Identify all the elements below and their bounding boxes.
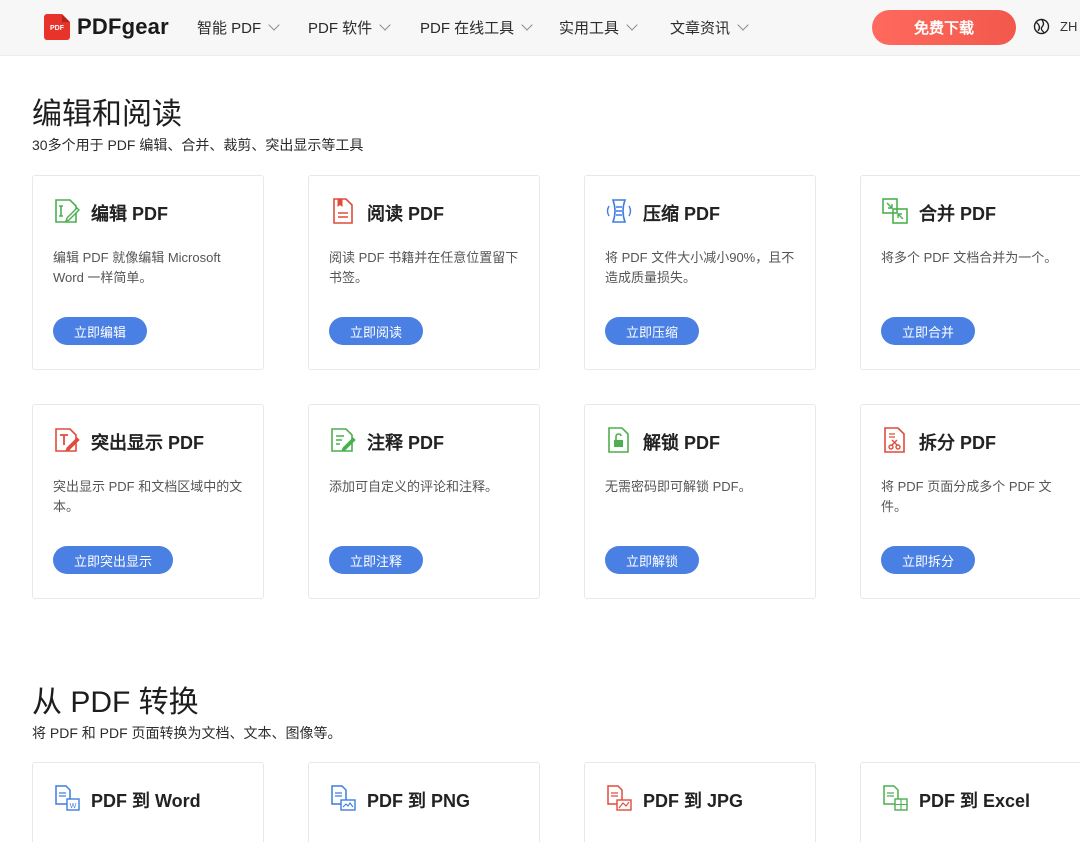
tool-card-pdf-to-word[interactable]: W PDF 到 Word: [32, 762, 264, 842]
merge-pdf-icon: [882, 198, 908, 224]
unlock-now-button[interactable]: 立即解锁: [605, 546, 700, 574]
tool-card-highlight: 突出显示 PDF 突出显示 PDF 和文档区域中的文本。 立即突出显示: [32, 404, 264, 599]
card-title: 阅读 PDF: [367, 204, 445, 224]
card-description: 编辑 PDF 就像编辑 Microsoft Word 一样简单。: [53, 250, 221, 285]
tool-card-unlock: 解锁 PDF 无需密码即可解锁 PDF。 立即解锁: [584, 404, 816, 599]
card-title: 注释 PDF: [367, 433, 445, 453]
merge-now-button[interactable]: 立即合并: [881, 317, 976, 345]
tool-card-pdf-to-png[interactable]: PDF 到 PNG: [308, 762, 540, 842]
compress-now-button[interactable]: 立即压缩: [605, 317, 700, 345]
card-description: 阅读 PDF 书籍并在任意位置留下书签。: [329, 250, 519, 285]
edit-pdf-icon: [55, 199, 80, 223]
unlock-pdf-icon: [608, 427, 629, 453]
tool-card-compress: 压缩 PDF 将 PDF 文件大小减小90%，且不造成质量损失。 立即压缩: [584, 175, 816, 370]
card-description: 将多个 PDF 文档合并为一个。: [881, 250, 1058, 265]
card-title: PDF 到 Excel: [919, 791, 1031, 811]
tool-card-split: 拆分 PDF 将 PDF 页面分成多个 PDF 文件。 立即拆分: [860, 404, 1080, 599]
pdf-to-png-icon: [331, 785, 356, 811]
tool-card-merge: 合并 PDF 将多个 PDF 文档合并为一个。 立即合并: [860, 175, 1080, 370]
edit-now-button[interactable]: 立即编辑: [53, 317, 148, 345]
card-title: 解锁 PDF: [643, 433, 721, 453]
card-title: 合并 PDF: [919, 204, 997, 224]
card-description: 将 PDF 文件大小减小90%，且不造成质量损失。: [605, 250, 795, 285]
card-title: 突出显示 PDF: [91, 433, 205, 453]
highlight-pdf-icon: [55, 428, 80, 452]
card-description: 突出显示 PDF 和文档区域中的文本。: [53, 479, 243, 514]
nav-smart-pdf[interactable]: 智能 PDF: [197, 0, 280, 55]
card-title: 编辑 PDF: [91, 204, 169, 224]
globe-icon: [1033, 18, 1050, 35]
split-now-button[interactable]: 立即拆分: [881, 546, 976, 574]
tool-card-read: 阅读 PDF 阅读 PDF 书籍并在任意位置留下书签。 立即阅读: [308, 175, 540, 370]
card-title: PDF 到 JPG: [643, 791, 744, 811]
tool-card-pdf-to-jpg[interactable]: PDF 到 JPG: [584, 762, 816, 842]
annotate-pdf-icon: [331, 428, 356, 452]
tool-card-edit: 编辑 PDF 编辑 PDF 就像编辑 Microsoft Word 一样简单。 …: [32, 175, 264, 370]
convert-section-title: 从 PDF 转换: [32, 686, 199, 719]
card-title: PDF 到 PNG: [367, 791, 471, 811]
edit-section-title: 编辑和阅读: [32, 98, 182, 131]
pdf-to-jpg-icon: [607, 785, 632, 811]
card-description: 无需密码即可解锁 PDF。: [605, 479, 752, 494]
language-label: ZH: [1060, 19, 1078, 34]
pdfgear-logo[interactable]: PDF PDFgear: [44, 14, 169, 40]
nav-pdf-online-tools[interactable]: PDF 在线工具: [420, 0, 533, 55]
chevron-down-icon: [626, 19, 638, 31]
nav-utilities[interactable]: 实用工具: [559, 0, 638, 55]
card-title: PDF 到 Word: [91, 791, 201, 811]
card-description: 添加可自定义的评论和注释。: [329, 479, 499, 494]
read-now-button[interactable]: 立即阅读: [329, 317, 424, 345]
site-header: PDF PDFgear 智能 PDF PDF 软件 PDF 在线工具 实用工具 …: [0, 0, 1080, 56]
chevron-down-icon: [521, 19, 533, 31]
logo-text: PDFgear: [77, 14, 169, 39]
free-download-button[interactable]: 免费下载: [872, 10, 1016, 45]
card-title: 拆分 PDF: [919, 433, 997, 453]
compress-pdf-icon: [606, 199, 632, 223]
tool-card-pdf-to-excel[interactable]: PDF 到 Excel: [860, 762, 1080, 842]
convert-section-subtitle: 将 PDF 和 PDF 页面转换为文档、文本、图像等。: [32, 725, 342, 741]
card-title: 压缩 PDF: [643, 204, 721, 224]
split-pdf-icon: [884, 427, 905, 453]
nav-articles[interactable]: 文章资讯: [670, 0, 749, 55]
svg-text:W: W: [70, 803, 77, 810]
pdfgear-logo-icon: PDF: [44, 14, 70, 40]
chevron-down-icon: [379, 19, 391, 31]
annotate-now-button[interactable]: 立即注释: [329, 546, 424, 574]
chevron-down-icon: [268, 19, 280, 31]
read-pdf-icon: [333, 198, 353, 224]
language-switcher[interactable]: ZH: [1033, 18, 1077, 35]
pdf-to-excel-icon: [883, 785, 908, 811]
tool-card-annotate: 注释 PDF 添加可自定义的评论和注释。 立即注释: [308, 404, 540, 599]
nav-pdf-software[interactable]: PDF 软件: [308, 0, 391, 55]
card-description: 将 PDF 页面分成多个 PDF 文件。: [881, 479, 1052, 514]
chevron-down-icon: [737, 19, 749, 31]
pdf-to-word-icon: W: [55, 785, 80, 811]
highlight-now-button[interactable]: 立即突出显示: [53, 546, 174, 574]
edit-section-subtitle: 30多个用于 PDF 编辑、合并、裁剪、突出显示等工具: [32, 137, 364, 153]
